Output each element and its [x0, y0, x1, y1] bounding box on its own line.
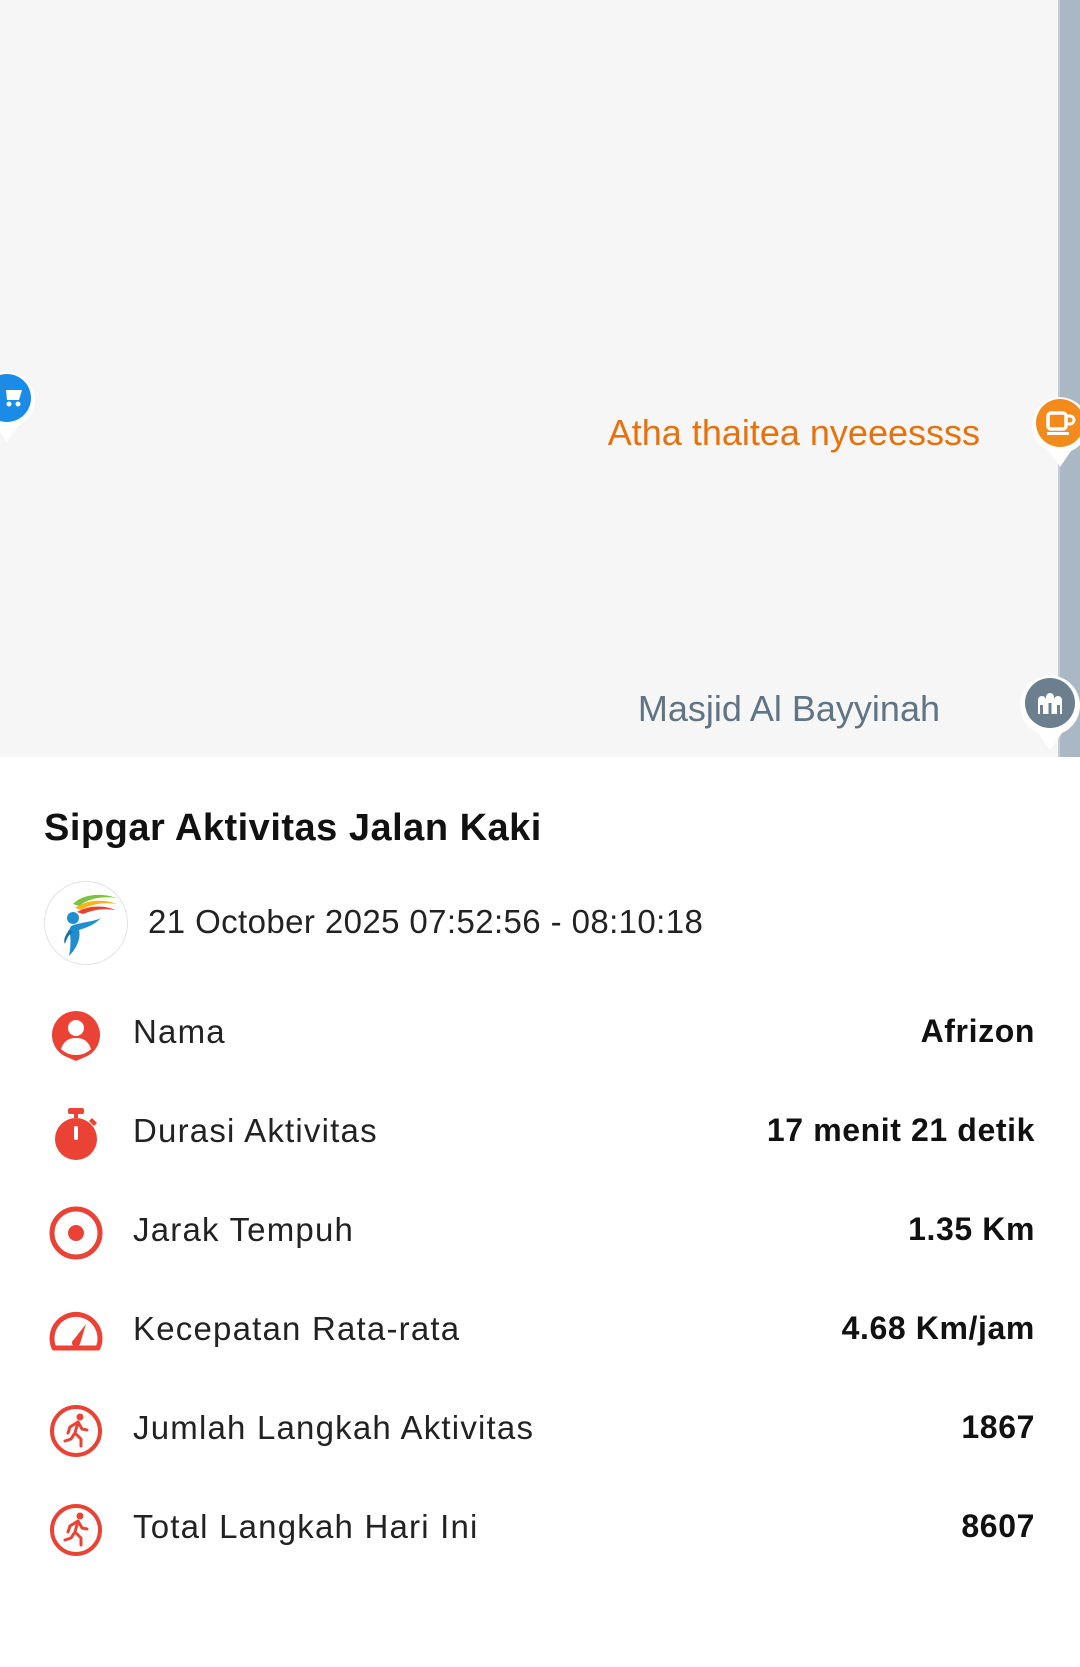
stopwatch-icon [55, 1108, 97, 1160]
stat-row-total-langkah: Total Langkah Hari Ini 8607 [0, 1480, 1080, 1579]
stat-row-jumlah-langkah: Jumlah Langkah Aktivitas 1867 [0, 1381, 1080, 1480]
person-pin-icon [51, 1011, 101, 1061]
stat-label: Jarak Tempuh [133, 1211, 355, 1248]
sipgar-logo [44, 881, 128, 965]
poi-cafe-label[interactable]: Atha thaitea nyeeessss [608, 412, 980, 454]
stat-label: Nama [133, 1013, 226, 1050]
stat-label: Durasi Aktivitas [133, 1112, 378, 1149]
cafe-icon[interactable] [1030, 393, 1080, 474]
map-view[interactable]: Atha thaitea nyeeessss Masjid Al Bayyina… [0, 0, 1080, 757]
map-road [1058, 0, 1080, 757]
stat-row-jarak: Jarak Tempuh 1.35 Km [0, 1183, 1080, 1282]
page-title: Sipgar Aktivitas Jalan Kaki [44, 807, 542, 849]
activity-datetime: 21 October 2025 07:52:56 - 08:10:18 [148, 903, 704, 940]
stat-value: 1867 [961, 1409, 1035, 1445]
stat-row-kecepatan: Kecepatan Rata-rata 4.68 Km/jam [0, 1282, 1080, 1381]
stat-value: 17 menit 21 detik [766, 1112, 1035, 1148]
stat-row-durasi: Durasi Aktivitas 17 menit 21 detik [0, 1084, 1080, 1183]
mosque-icon[interactable] [1018, 672, 1080, 757]
stat-label: Jumlah Langkah Aktivitas [133, 1409, 535, 1446]
speedometer-icon [49, 1311, 103, 1351]
stat-value: 4.68 Km/jam [841, 1310, 1035, 1346]
stat-value: 1.35 Km [908, 1211, 1035, 1247]
poi-mosque-label[interactable]: Masjid Al Bayyinah [638, 688, 940, 730]
target-icon [49, 1206, 103, 1260]
running-icon [50, 1405, 102, 1457]
stat-label: Kecepatan Rata-rata [133, 1310, 461, 1347]
stat-label: Total Langkah Hari Ini [133, 1508, 479, 1545]
stat-row-nama: Nama Afrizon [0, 985, 1080, 1084]
shopping-cart-icon[interactable] [0, 368, 36, 449]
running-icon [50, 1504, 102, 1556]
stat-value: 8607 [961, 1508, 1035, 1544]
activity-sheet: Sipgar Aktivitas Jalan Kaki 21 October 2… [0, 757, 1080, 1667]
stat-value: Afrizon [920, 1013, 1035, 1049]
